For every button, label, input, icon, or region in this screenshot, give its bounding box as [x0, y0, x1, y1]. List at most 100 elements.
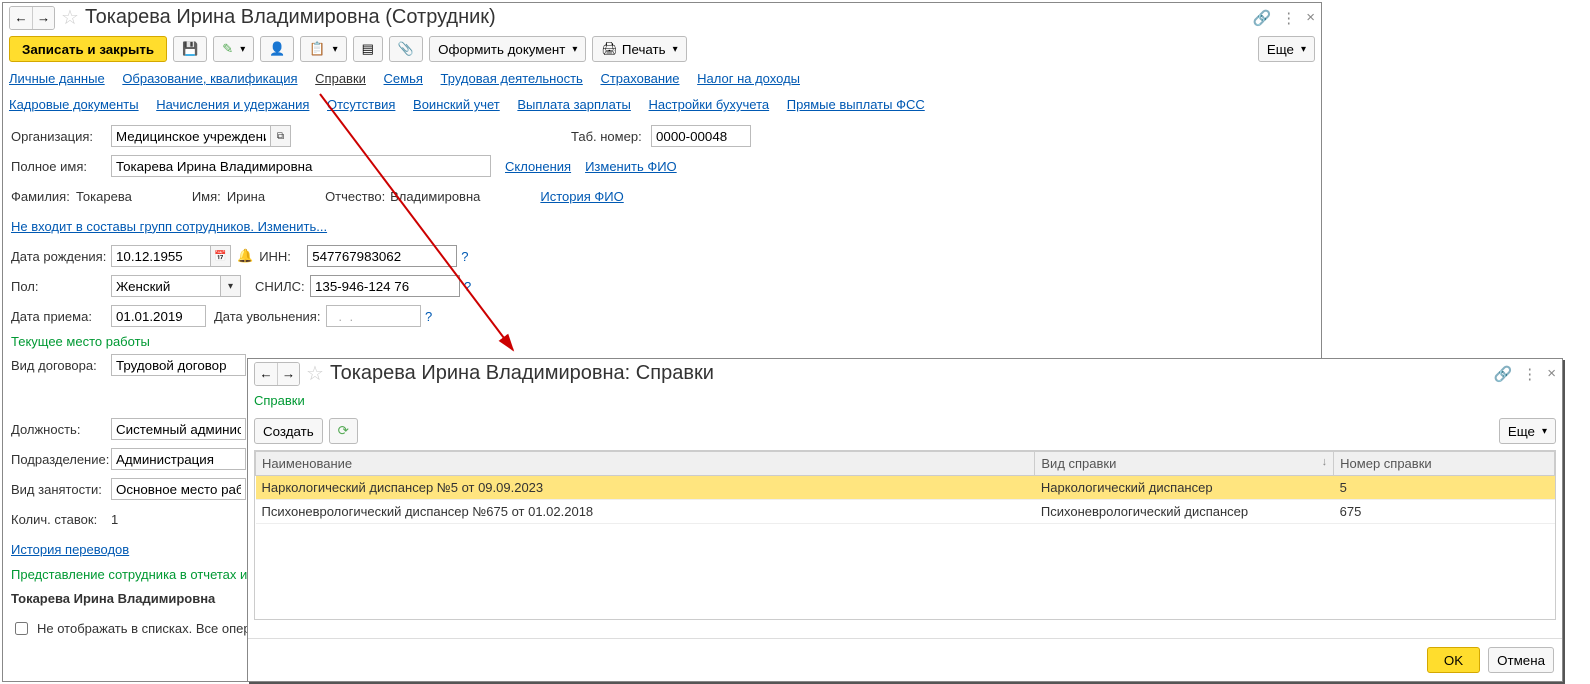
highlight-button[interactable]: ✎: [213, 36, 254, 62]
user-card-button[interactable]: 👤: [260, 36, 294, 62]
dept-input[interactable]: [111, 448, 246, 470]
cell-name: Психоневрологический диспансер №675 от 0…: [256, 500, 1035, 524]
forward-button-2[interactable]: →: [277, 363, 299, 385]
tab-absences[interactable]: Отсутствия: [327, 97, 395, 112]
favorite-icon-2[interactable]: ☆: [306, 361, 324, 386]
tab-accruals[interactable]: Начисления и удержания: [156, 97, 309, 112]
link-icon[interactable]: 🔗: [1253, 9, 1272, 27]
close-icon[interactable]: ×: [1306, 9, 1315, 26]
tab-insurance[interactable]: Страхование: [600, 71, 679, 86]
position-label: Должность:: [11, 422, 111, 437]
contract-input[interactable]: [111, 354, 246, 376]
fio-history-link[interactable]: История ФИО: [540, 189, 623, 204]
groups-link[interactable]: Не входит в составы групп сотрудников. И…: [11, 219, 327, 234]
ok-button[interactable]: OK: [1427, 647, 1480, 673]
save-button[interactable]: 💾: [173, 36, 207, 62]
col-type[interactable]: Вид справки↓: [1035, 452, 1334, 476]
tab-personal[interactable]: Личные данные: [9, 71, 105, 86]
tab-certificates[interactable]: Справки: [315, 71, 366, 86]
emptype-input[interactable]: [111, 478, 246, 500]
window-title-2: Токарева Ирина Владимировна: Справки: [330, 362, 1488, 385]
cancel-button[interactable]: Отмена: [1488, 647, 1554, 673]
tab-family[interactable]: Семья: [384, 71, 423, 86]
bell-icon[interactable]: 🔔: [237, 248, 253, 264]
tab-military[interactable]: Воинский учет: [413, 97, 500, 112]
more-button[interactable]: Еще: [1258, 36, 1315, 62]
snils-help-icon[interactable]: ?: [464, 279, 471, 294]
copy-button[interactable]: 📋: [300, 36, 346, 62]
rate-label: Колич. ставок:: [11, 512, 111, 527]
tabs-row-1: Личные данные Образование, квалификация …: [3, 66, 1321, 92]
emptype-label: Вид занятости:: [11, 482, 111, 497]
create-doc-button[interactable]: Оформить документ: [429, 36, 586, 62]
refresh-button[interactable]: ⟳: [329, 418, 358, 444]
tab-income-tax[interactable]: Налог на доходы: [697, 71, 800, 86]
toolbar: Записать и закрыть 💾 ✎ 👤 📋 ▤ 📎 Оформить …: [3, 32, 1321, 66]
cell-name: Наркологический диспансер №5 от 09.09.20…: [256, 476, 1035, 500]
link-icon-2[interactable]: 🔗: [1494, 365, 1513, 383]
tabn-input[interactable]: [651, 125, 751, 147]
more-button-2[interactable]: Еще: [1499, 418, 1556, 444]
paperclip-icon: 📎: [398, 41, 414, 57]
col-num[interactable]: Номер справки: [1334, 452, 1555, 476]
refresh-icon: ⟳: [338, 423, 349, 439]
save-close-button[interactable]: Записать и закрыть: [9, 36, 167, 62]
table-row[interactable]: Наркологический диспансер №5 от 09.09.20…: [256, 476, 1555, 500]
certificates-tab: Справки: [254, 393, 305, 408]
sex-dropdown-icon[interactable]: ▾: [221, 275, 241, 297]
favorite-icon[interactable]: ☆: [61, 5, 79, 30]
sex-input[interactable]: [111, 275, 221, 297]
hire-label: Дата приема:: [11, 309, 111, 324]
tab-hr-docs[interactable]: Кадровые документы: [9, 97, 139, 112]
org-lookup-icon[interactable]: ⧉: [271, 125, 291, 147]
more-icon-2[interactable]: ⋮: [1522, 365, 1537, 383]
table-row[interactable]: Психоневрологический диспансер №675 от 0…: [256, 500, 1555, 524]
repr-value: Токарева Ирина Владимировна: [11, 591, 215, 606]
fire-input[interactable]: [326, 305, 421, 327]
transfers-history-link[interactable]: История переводов: [11, 542, 129, 557]
rate-value: 1: [111, 512, 118, 527]
close-icon-2[interactable]: ×: [1547, 365, 1556, 382]
tab-labor[interactable]: Трудовая деятельность: [441, 71, 583, 86]
contract-label: Вид договора:: [11, 358, 111, 373]
back-button[interactable]: ←: [10, 7, 32, 29]
surname-label: Фамилия:: [11, 189, 76, 204]
tabs-row-2: Кадровые документы Начисления и удержани…: [3, 92, 1321, 118]
list-button[interactable]: ▤: [353, 36, 383, 62]
more-icon[interactable]: ⋮: [1281, 9, 1296, 27]
snils-input[interactable]: [310, 275, 460, 297]
floppy-icon: 💾: [182, 41, 198, 57]
tab-education[interactable]: Образование, квалификация: [122, 71, 297, 86]
tab-salary[interactable]: Выплата зарплаты: [517, 97, 631, 112]
change-fio-link[interactable]: Изменить ФИО: [585, 159, 677, 174]
back-button-2[interactable]: ←: [255, 363, 277, 385]
dept-label: Подразделение:: [11, 452, 111, 467]
cell-num: 5: [1334, 476, 1555, 500]
create-button[interactable]: Создать: [254, 418, 323, 444]
brush-icon: ✎: [222, 41, 233, 57]
print-button[interactable]: 🖨Печать: [592, 36, 686, 62]
fire-help-icon[interactable]: ?: [425, 309, 432, 324]
fire-label: Дата увольнения:: [214, 309, 326, 324]
tab-acc-settings[interactable]: Настройки бухучета: [649, 97, 770, 112]
declension-link[interactable]: Склонения: [505, 159, 571, 174]
hide-checkbox[interactable]: [15, 622, 28, 635]
forward-button[interactable]: →: [32, 7, 54, 29]
inn-input[interactable]: [307, 245, 457, 267]
fullname-input[interactable]: [111, 155, 491, 177]
hire-input[interactable]: [111, 305, 206, 327]
name-value: Ирина: [227, 189, 265, 204]
cell-type: Наркологический диспансер: [1035, 476, 1334, 500]
attach-button[interactable]: 📎: [389, 36, 423, 62]
org-input[interactable]: [111, 125, 271, 147]
dob-input[interactable]: [111, 245, 211, 267]
calendar-icon[interactable]: 📅: [211, 245, 231, 267]
col-name[interactable]: Наименование: [256, 452, 1035, 476]
inn-help-icon[interactable]: ?: [461, 249, 468, 264]
patr-label: Отчество:: [325, 189, 390, 204]
cell-num: 675: [1334, 500, 1555, 524]
current-job-header: Текущее место работы: [11, 334, 1313, 349]
toolbar-2: Создать ⟳ Еще: [248, 414, 1562, 448]
tab-fss[interactable]: Прямые выплаты ФСС: [787, 97, 925, 112]
position-input[interactable]: [111, 418, 246, 440]
